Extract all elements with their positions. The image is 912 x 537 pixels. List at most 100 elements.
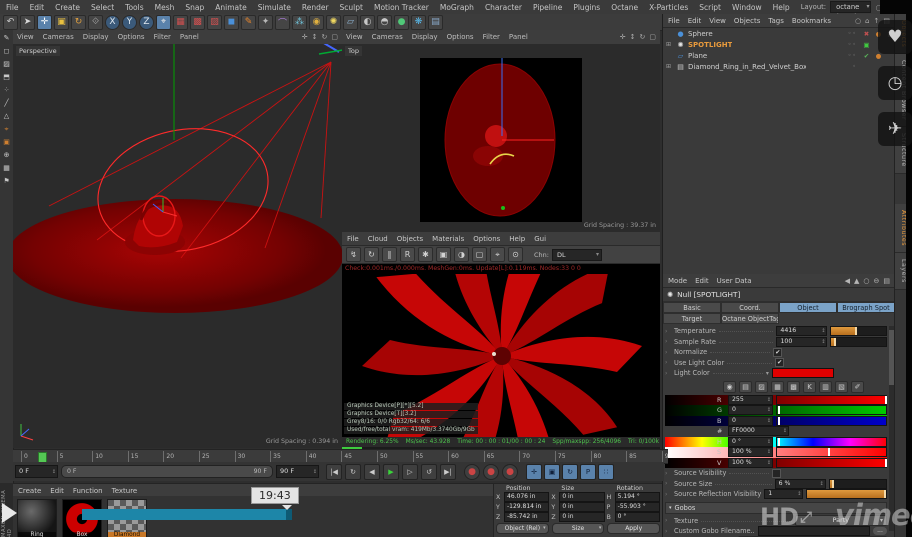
object-tag-icon[interactable]: ✖ bbox=[862, 30, 871, 38]
octane-menu-item[interactable]: Options bbox=[473, 235, 500, 243]
live-render-icon[interactable]: ↯ bbox=[346, 247, 361, 262]
use-light-color-checkbox[interactable]: ✔ bbox=[775, 358, 784, 367]
viewport-menu-item[interactable]: Panel bbox=[180, 33, 199, 41]
object-label[interactable]: Plane bbox=[688, 52, 707, 60]
menu-item[interactable]: Tools bbox=[125, 3, 143, 12]
viewport-menu-item[interactable]: Panel bbox=[509, 33, 528, 41]
viewport-menu-item[interactable]: Display bbox=[83, 33, 109, 41]
hex-field[interactable]: FF0000 bbox=[728, 426, 789, 436]
menu-item[interactable]: Render bbox=[302, 3, 329, 12]
dolly-view-icon[interactable]: ↕ bbox=[312, 33, 318, 41]
tweak-mode-icon[interactable]: ⚑ bbox=[3, 177, 9, 185]
maximize-view-icon[interactable]: ▢ bbox=[331, 33, 338, 41]
texture-mode-icon[interactable]: ▨ bbox=[3, 60, 10, 68]
viewport-menu-item[interactable]: View bbox=[346, 33, 363, 41]
make-editable-icon[interactable]: ✎ bbox=[4, 34, 10, 42]
vimeo-like-button[interactable]: ♥ bbox=[878, 20, 912, 54]
object-tag-icon[interactable]: ▣ bbox=[862, 41, 871, 49]
material-picker-icon[interactable]: ⊙ bbox=[508, 247, 523, 262]
attribute-tab[interactable]: Octane ObjectTag bbox=[721, 313, 779, 324]
lock-icon[interactable]: ⊖ bbox=[874, 277, 880, 285]
size-field[interactable]: 0 in bbox=[559, 502, 604, 512]
attribute-menu-item[interactable]: Edit bbox=[695, 277, 709, 285]
model-mode-icon[interactable]: ◻ bbox=[4, 47, 10, 55]
rotate-view-icon[interactable]: ↻ bbox=[640, 33, 646, 41]
color-expand-arrow[interactable]: ▾ bbox=[766, 370, 769, 377]
focus-picker-icon[interactable]: ⌖ bbox=[490, 247, 505, 262]
mograph-cloner-icon[interactable]: ⁂ bbox=[292, 15, 307, 30]
menu-item[interactable]: X-Particles bbox=[649, 3, 688, 12]
material-ring[interactable]: Ring bbox=[17, 499, 57, 537]
vimeo-logo[interactable]: vimeo bbox=[835, 498, 912, 532]
vimeo-share-button[interactable]: ✈ bbox=[878, 112, 912, 146]
object-manager-menu-item[interactable]: Edit bbox=[688, 17, 702, 25]
object-tag-icon[interactable]: ✔ bbox=[862, 52, 871, 60]
dynamics-icon[interactable]: ◉ bbox=[309, 15, 324, 30]
pen-spline-icon[interactable]: ✎ bbox=[241, 15, 256, 30]
undo-icon[interactable]: ↶ bbox=[3, 15, 18, 30]
video-seek-bar[interactable] bbox=[82, 509, 292, 520]
source-size-slider[interactable] bbox=[829, 479, 887, 489]
attribute-tab[interactable]: Basic bbox=[663, 302, 721, 313]
object-manager-menu-item[interactable]: Bookmarks bbox=[792, 17, 831, 25]
add-cube-icon[interactable]: ◼ bbox=[224, 15, 239, 30]
bend-deformer-icon[interactable]: ⌒ bbox=[275, 15, 290, 30]
rotate-view-icon[interactable]: ↻ bbox=[322, 33, 328, 41]
apply-button[interactable]: Apply bbox=[607, 523, 660, 534]
material-menu-item[interactable]: Function bbox=[73, 487, 103, 495]
object-label[interactable]: Diamond_Ring_in_Red_Velvet_Box bbox=[688, 63, 806, 71]
edges-mode-icon[interactable]: ╱ bbox=[4, 99, 8, 107]
menu-item[interactable]: Window bbox=[732, 3, 762, 12]
visibility-dots[interactable]: ◦◦ bbox=[848, 41, 859, 48]
end-frame-field[interactable]: 90 F bbox=[276, 465, 319, 478]
region-render-icon[interactable]: R bbox=[400, 247, 415, 262]
octane-menu-item[interactable]: Help bbox=[509, 235, 525, 243]
menu-item[interactable]: Animate bbox=[215, 3, 246, 12]
history-back-icon[interactable]: ◀ bbox=[845, 277, 850, 285]
previous-frame-button[interactable]: ◀ bbox=[364, 464, 380, 480]
octane-render-canvas[interactable]: Graphics Device[P][*][5.2]Graphics Devic… bbox=[342, 274, 660, 437]
vimeo-watch-later-button[interactable]: ◷ bbox=[878, 66, 912, 100]
rotate-icon[interactable]: ↻ bbox=[71, 15, 86, 30]
object-label[interactable]: SPOTLIGHT bbox=[688, 41, 732, 49]
object-manager-menu-item[interactable]: Tags bbox=[768, 17, 784, 25]
render-passes-icon[interactable]: ◑ bbox=[454, 247, 469, 262]
perspective-viewport[interactable]: ViewCamerasDisplayOptionsFilterPanel ✛↕↻… bbox=[13, 30, 343, 448]
channel-gradient-slider[interactable] bbox=[776, 458, 887, 468]
channel-dropdown[interactable]: DL bbox=[552, 249, 602, 261]
xparticles-icon[interactable]: ❋ bbox=[411, 15, 426, 30]
channel-value-field[interactable]: 100 % bbox=[728, 447, 773, 457]
viewport-menu-item[interactable]: Filter bbox=[483, 33, 500, 41]
record-scale-toggle[interactable]: ▣ bbox=[544, 464, 560, 480]
channel-gradient-slider[interactable] bbox=[776, 447, 887, 457]
octane-menu-item[interactable]: File bbox=[347, 235, 359, 243]
record-rotation-toggle[interactable]: ↻ bbox=[562, 464, 578, 480]
live-selection-icon[interactable]: ➤ bbox=[20, 15, 35, 30]
pan-view-icon[interactable]: ✛ bbox=[302, 33, 308, 41]
menu-item[interactable]: MoGraph bbox=[440, 3, 474, 12]
attribute-tab[interactable]: Brograph Spot bbox=[837, 302, 895, 313]
menu-item[interactable]: Simulate bbox=[258, 3, 291, 12]
render-settings-icon[interactable]: ✱ bbox=[418, 247, 433, 262]
viewport-solo-icon[interactable]: ▦ bbox=[3, 164, 10, 172]
hsv-mode-button[interactable]: ▩ bbox=[787, 381, 800, 393]
expand-icon[interactable]: ⊞ bbox=[666, 63, 673, 70]
attribute-tab[interactable]: Object bbox=[779, 302, 837, 313]
viewport-menu-item[interactable]: Filter bbox=[154, 33, 171, 41]
octane-menu-item[interactable]: Gui bbox=[534, 235, 546, 243]
rotation-field[interactable]: 0 ° bbox=[615, 512, 660, 522]
record-position-toggle[interactable]: ✛ bbox=[526, 464, 542, 480]
top-viewport[interactable]: ViewCamerasDisplayOptionsFilterPanel ✛↕↻… bbox=[342, 30, 660, 233]
menu-item[interactable]: Edit bbox=[30, 3, 45, 12]
rotation-field[interactable]: -55.903 ° bbox=[615, 502, 660, 512]
keyframe-selection-button[interactable]: ● bbox=[502, 464, 518, 480]
octane-menu-item[interactable]: Objects bbox=[397, 235, 423, 243]
viewport-menu-item[interactable]: View bbox=[17, 33, 34, 41]
size-mode-dropdown[interactable]: Size bbox=[552, 523, 605, 534]
home-icon[interactable]: ⌂ bbox=[865, 17, 869, 25]
attribute-tab[interactable]: Target bbox=[663, 313, 721, 324]
object-row-plane[interactable]: ▱ Plane ◦◦ ✔ ● bbox=[663, 50, 895, 61]
maximize-view-icon[interactable]: ▢ bbox=[649, 33, 656, 41]
picture-frame-icon[interactable]: ▢ bbox=[472, 247, 487, 262]
attribute-menu-item[interactable]: Mode bbox=[668, 277, 687, 285]
